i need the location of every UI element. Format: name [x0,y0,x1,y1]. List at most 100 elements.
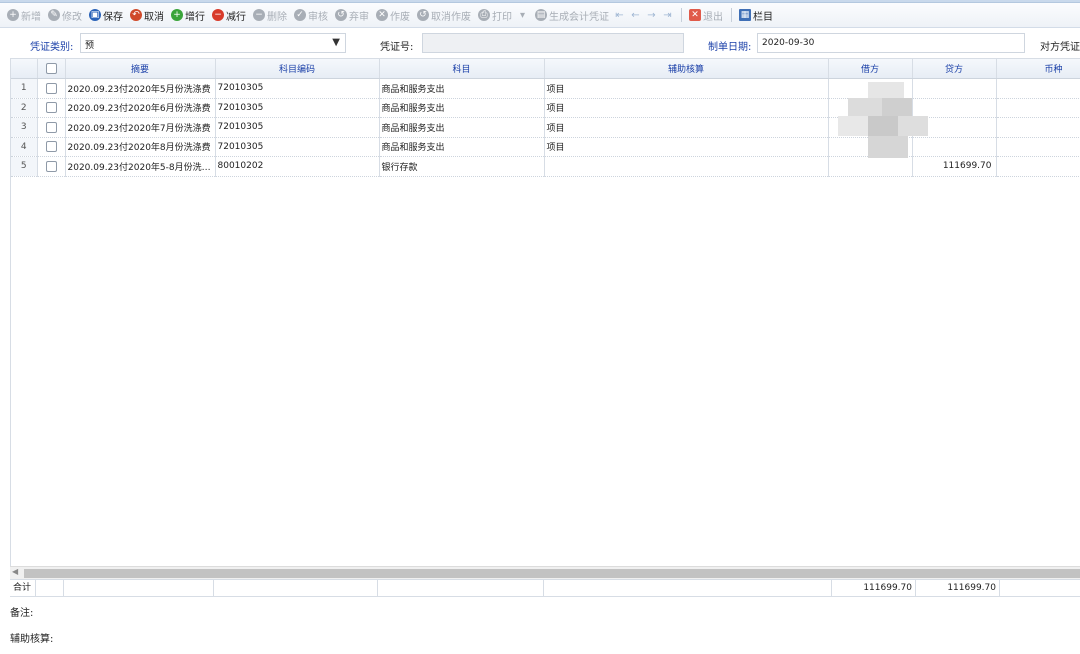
cell-summary[interactable]: 2020.09.23付2020年5-8月份洗… [65,156,216,177]
row-select-cell[interactable] [37,98,66,118]
column-header-credit[interactable]: 贷方 [912,59,997,79]
first-icon[interactable]: ⇤ [613,10,626,21]
row-number: 3 [11,117,38,138]
column-header-debit[interactable]: 借方 [828,59,913,79]
cell-code[interactable]: 72010305 [215,137,380,157]
close-icon: ✕ [689,9,701,21]
toolbar-button-remove-row[interactable]: − 减行 [209,5,249,25]
add-row-icon: + [171,9,183,21]
select-all-header[interactable] [37,59,66,79]
row-select-cell[interactable] [37,78,66,99]
exit-label: 退出 [703,11,723,23]
toolbar-button-label: 删除 [267,11,287,23]
toolbar-button-label: 审核 [308,11,328,23]
toolbar-button-label: 增行 [185,11,205,23]
select-all-checkbox[interactable] [45,63,57,74]
cell-currency[interactable] [996,98,1080,118]
row-checkbox[interactable] [45,160,57,172]
row-checkbox[interactable] [45,121,57,133]
toolbar-button-delete[interactable]: − 删除 [250,5,290,25]
row-number-header [11,59,38,79]
voucher-icon: ▤ [535,9,547,21]
row-select-cell[interactable] [37,156,66,177]
row-checkbox[interactable] [45,141,57,153]
cell-subject[interactable]: 商品和服务支出 [379,137,545,157]
toolbar-button-audit[interactable]: ✓ 审核 [291,5,331,25]
column-header-code[interactable]: 科目编码 [215,59,380,79]
blurred-region [838,82,934,160]
cell-code[interactable]: 72010305 [215,98,380,118]
totals-label: 合计 [10,580,36,597]
cell-summary[interactable]: 2020.09.23付2020年7月份洗涤费 [65,117,216,138]
last-icon[interactable]: ⇥ [661,10,674,21]
date-field[interactable]: 2020-09-30 [757,33,1025,53]
scrollbar-thumb[interactable] [24,569,1080,578]
totals-empty-cell [64,580,214,597]
toolbar-button-plus-circle[interactable]: + 新增 [4,5,44,25]
next-icon[interactable]: → [645,10,658,21]
cell-summary[interactable]: 2020.09.23付2020年6月份洗涤费 [65,98,216,118]
row-number: 2 [11,98,38,118]
cell-subject[interactable]: 商品和服务支出 [379,98,545,118]
row-checkbox[interactable] [45,82,57,94]
cell-subject[interactable]: 商品和服务支出 [379,117,545,138]
print-dropdown-icon[interactable]: ▾ [516,10,529,21]
row-select-cell[interactable] [37,137,66,157]
column-header-summary[interactable]: 摘要 [65,59,216,79]
save-icon: ▣ [89,9,101,21]
cell-summary[interactable]: 2020.09.23付2020年8月份洗涤费 [65,137,216,157]
toolbar-button-edit[interactable]: ✎ 修改 [45,5,85,25]
cell-code[interactable]: 72010305 [215,117,380,138]
totals-debit: 111699.70 [832,580,916,597]
cell-summary[interactable]: 2020.09.23付2020年5月份洗涤费 [65,78,216,99]
prev-icon[interactable]: ← [629,10,642,21]
chevron-down-icon[interactable]: ▼ [332,37,340,48]
cell-currency[interactable] [996,78,1080,99]
voucher-type-select[interactable]: 预 ▼ [80,33,346,53]
exit-button[interactable]: ✕ 退出 [686,5,726,25]
toolbar-button-undo[interactable]: ↶ 取消 [127,5,167,25]
cell-code[interactable]: 80010202 [215,156,380,177]
voucher-type-value: 预 [85,41,95,51]
cell-subject[interactable]: 商品和服务支出 [379,78,545,99]
row-checkbox[interactable] [45,102,57,114]
toolbar-button-label: 减行 [226,11,246,23]
row-select-cell[interactable] [37,117,66,138]
row-number: 5 [11,156,38,177]
column-header-subject[interactable]: 科目 [379,59,545,79]
cell-currency[interactable] [996,137,1080,157]
cell-currency[interactable] [996,117,1080,138]
toolbar-button-voucher[interactable]: ▤ 生成会计凭证 [532,5,612,25]
toolbar-button-unaudit[interactable]: ↺ 弃审 [332,5,372,25]
toolbar-button-label: 打印 [492,11,512,23]
scroll-left-icon[interactable]: ◀ [12,567,18,576]
cell-aux[interactable]: 项目 [544,137,829,157]
toolbar-button-unvoid[interactable]: ↺ 取消作废 [414,5,474,25]
totals-credit: 111699.70 [916,580,1000,597]
column-header-currency[interactable]: 币种 [996,59,1080,79]
cell-aux[interactable] [544,156,829,177]
cell-currency[interactable] [996,156,1080,177]
print-icon: ⎙ [478,9,490,21]
columns-label: 栏目 [753,11,773,23]
cell-aux[interactable]: 项目 [544,78,829,99]
voucher-header-form: 凭证类别: 预 ▼ 凭证号: 制单日期: 2020-09-30 对方凭证号 [0,28,1080,58]
cell-aux[interactable]: 项目 [544,117,829,138]
totals-row: 合计 111699.70 111699.70 [10,579,1080,597]
toolbar-button-add-row[interactable]: + 增行 [168,5,208,25]
column-header-aux[interactable]: 辅助核算 [544,59,829,79]
horizontal-scrollbar[interactable]: ◀ [10,566,1080,579]
toolbar-button-label: 生成会计凭证 [549,11,609,23]
toolbar-button-void[interactable]: ✕ 作废 [373,5,413,25]
cell-subject[interactable]: 银行存款 [379,156,545,177]
voucher-no-field[interactable] [422,33,684,53]
unaudit-icon: ↺ [335,9,347,21]
columns-button[interactable]: ▦ 栏目 [736,5,776,25]
cell-aux[interactable]: 项目 [544,98,829,118]
cell-code[interactable]: 72010305 [215,78,380,99]
toolbar-button-label: 修改 [62,11,82,23]
toolbar-button-save[interactable]: ▣ 保存 [86,5,126,25]
toolbar-separator [681,8,682,22]
toolbar-button-print[interactable]: ⎙ 打印 [475,5,515,25]
voucher-type-label: 凭证类别: [30,42,74,53]
